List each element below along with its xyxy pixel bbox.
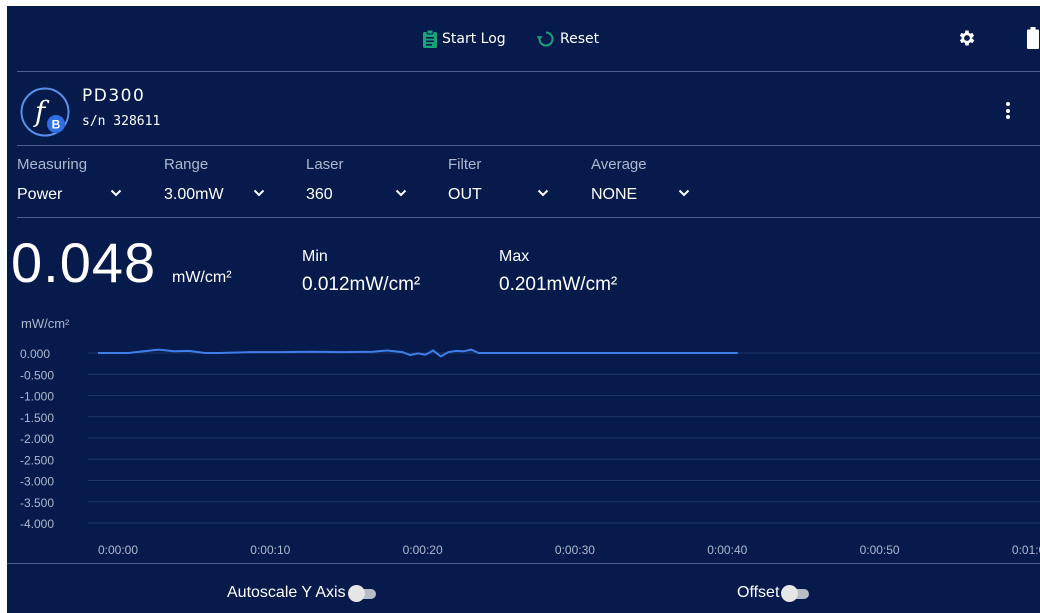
max-label: Max — [499, 248, 530, 265]
gear-icon — [959, 30, 975, 46]
offset-label: Offset — [737, 584, 780, 601]
power-chart: 0.000 -0.500 -1.000 -1.500 -2.000 -2.500 -3.00… — [20, 347, 1040, 557]
current-reading-unit: mW/cm² — [172, 269, 232, 286]
more-options-icon — [1006, 102, 1010, 106]
device-function-icon[interactable]: f B — [19, 86, 71, 138]
chevron-down-icon — [537, 189, 549, 197]
chevron-down-icon — [253, 189, 265, 197]
y-tick-label: 0.000 — [20, 347, 50, 361]
reset-icon — [537, 31, 554, 47]
autoscale-y-axis-toggle[interactable]: Autoscale Y Axis — [227, 580, 376, 606]
laser-value: 360 — [306, 186, 333, 203]
max-value: 0.201mW/cm² — [499, 274, 618, 295]
filter-value: OUT — [448, 186, 482, 203]
average-label: Average — [591, 156, 647, 173]
switch-knob — [347, 585, 365, 602]
laser-label: Laser — [306, 156, 344, 173]
settings-button[interactable] — [957, 28, 977, 48]
average-select[interactable]: Average NONE — [591, 156, 711, 208]
chevron-down-icon — [678, 189, 690, 197]
filter-select[interactable]: Filter OUT — [448, 156, 568, 208]
reset-label: Reset — [560, 31, 600, 47]
start-log-label: Start Log — [442, 31, 506, 47]
switch-knob — [781, 585, 799, 602]
divider-device — [17, 145, 1040, 146]
autoscale-switch[interactable] — [347, 585, 376, 602]
measuring-value: Power — [17, 186, 63, 203]
filter-label: Filter — [448, 156, 482, 173]
more-options-icon-dot — [1006, 115, 1010, 119]
more-options-icon-dot — [1006, 108, 1010, 113]
battery-icon — [1027, 27, 1039, 49]
chart-y-unit-label: mW/cm² — [21, 316, 70, 331]
device-serial: s/n 328611 — [82, 114, 161, 129]
device-name: PD300 — [82, 86, 146, 106]
y-tick-label: -0.500 — [20, 368, 54, 382]
x-tick-label: 0:00:10 — [250, 543, 290, 557]
y-tick-label: -2.000 — [20, 432, 54, 446]
x-tick-label: 0:00:20 — [403, 543, 443, 557]
top-toolbar: Start Log Reset — [7, 6, 1040, 72]
laser-select[interactable]: Laser 360 — [306, 156, 426, 208]
autoscale-label: Autoscale Y Axis — [227, 584, 346, 601]
divider-settings — [17, 217, 1040, 218]
app-window: Start Log Reset f B PD300 s/n 328611 Mea… — [7, 6, 1040, 613]
y-tick-label: -2.500 — [20, 453, 54, 467]
range-select[interactable]: Range 3.00mW — [164, 156, 284, 208]
x-tick-label: 0:00:30 — [555, 543, 595, 557]
start-log-button[interactable]: Start Log — [423, 28, 506, 50]
measuring-label: Measuring — [17, 156, 88, 173]
y-tick-label: -3.000 — [20, 475, 54, 489]
chevron-down-icon — [395, 189, 407, 197]
range-label: Range — [164, 156, 209, 173]
reset-button[interactable]: Reset — [537, 28, 599, 50]
average-value: NONE — [591, 186, 638, 203]
svg-text:B: B — [52, 118, 61, 132]
y-tick-label: -1.500 — [20, 411, 54, 425]
min-value: 0.012mW/cm² — [302, 274, 421, 295]
offset-toggle[interactable]: Offset — [737, 580, 810, 606]
x-tick-label: 0:01:00 — [1012, 543, 1040, 557]
clipboard-icon — [423, 30, 437, 48]
x-tick-label: 0:00:00 — [98, 543, 138, 557]
x-tick-label: 0:00:40 — [707, 543, 747, 557]
chevron-down-icon — [110, 189, 122, 197]
y-tick-label: -3.500 — [20, 496, 54, 510]
x-tick-label: 0:00:50 — [860, 543, 900, 557]
y-tick-label: -1.000 — [20, 390, 54, 404]
min-label: Min — [302, 248, 328, 265]
offset-switch[interactable] — [781, 585, 810, 602]
y-tick-label: -4.000 — [20, 517, 54, 531]
more-options-button[interactable] — [1000, 102, 1016, 122]
divider-top — [17, 71, 1040, 72]
current-reading-value: 0.048 — [11, 231, 157, 294]
divider-footer — [7, 563, 1040, 564]
range-value: 3.00mW — [164, 186, 224, 203]
measuring-select[interactable]: Measuring Power — [17, 156, 137, 208]
